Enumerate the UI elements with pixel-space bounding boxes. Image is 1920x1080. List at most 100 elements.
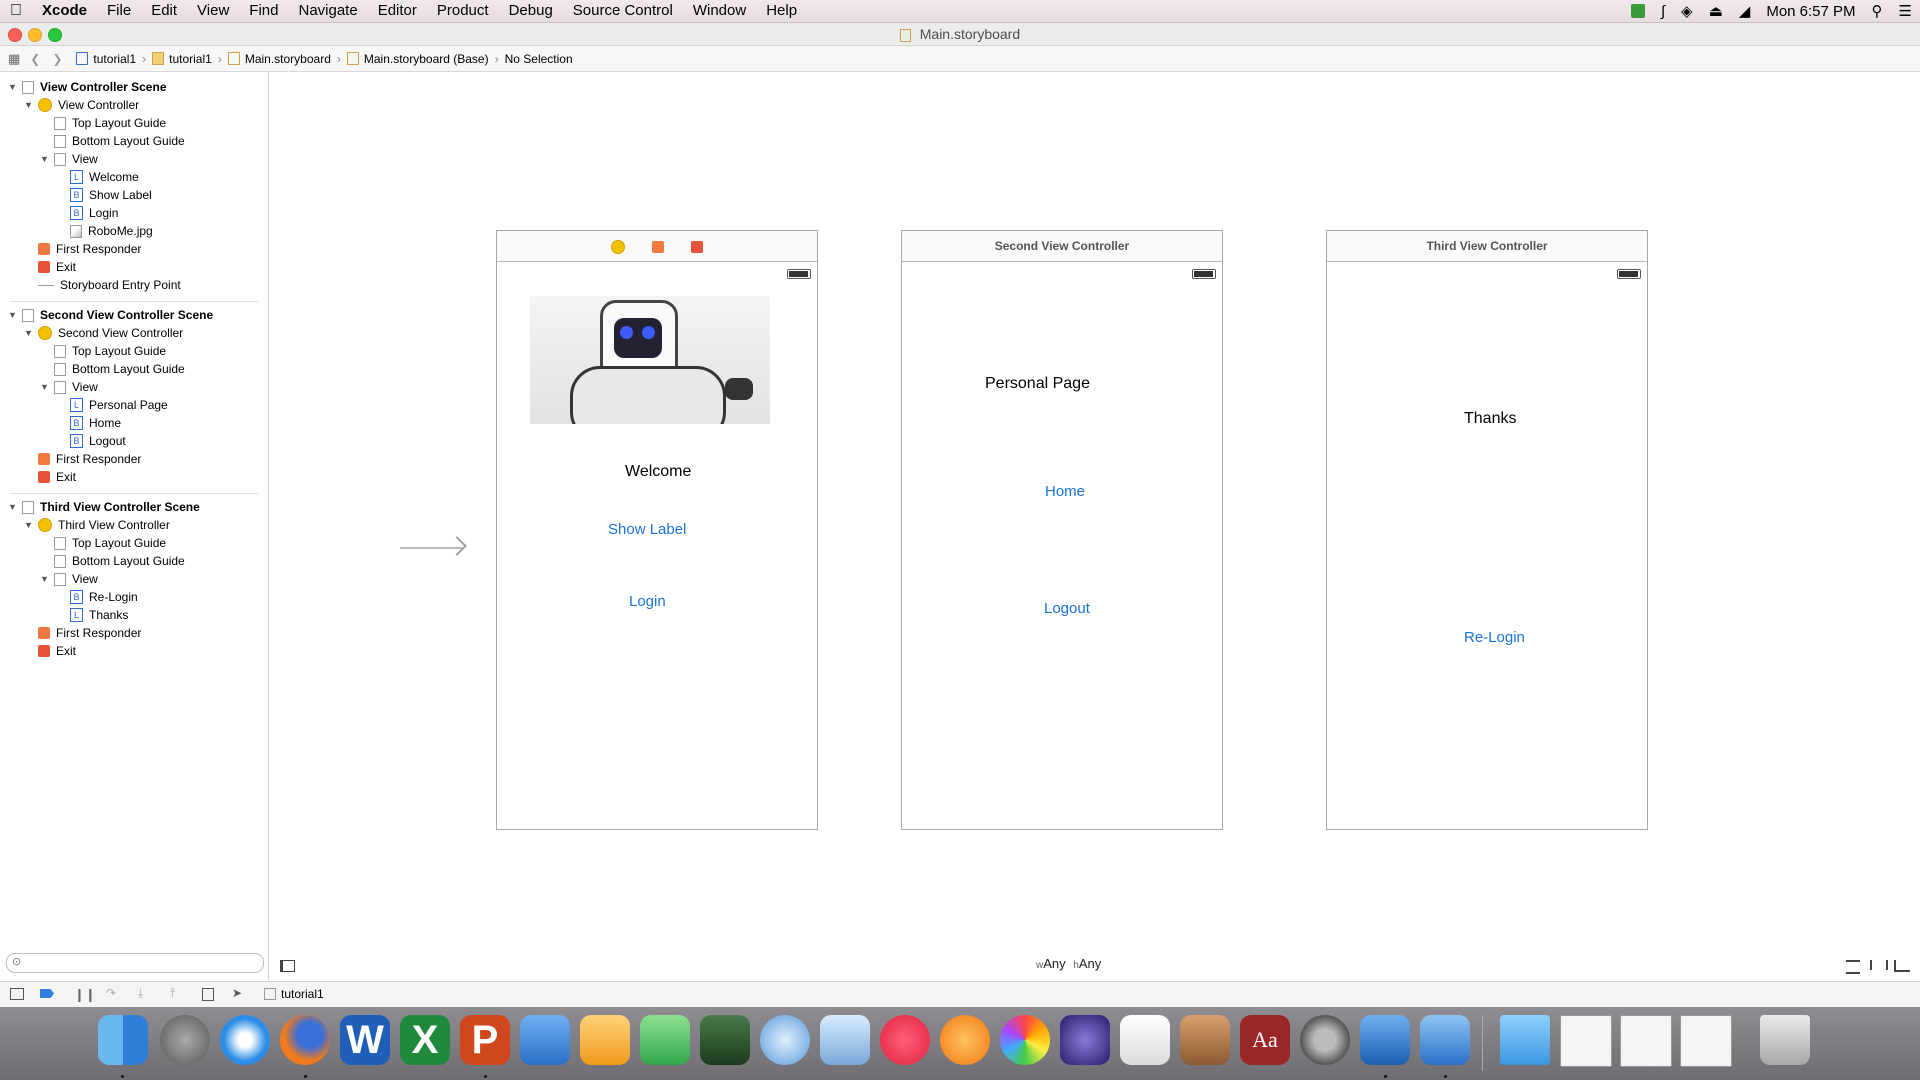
spotlight-search-icon[interactable]: ⚲ xyxy=(1872,2,1883,20)
outline-item-first-responder[interactable]: First Responder xyxy=(38,450,141,468)
relogin-button[interactable]: Re-Login xyxy=(1464,629,1525,646)
eject-icon[interactable]: ⏏ xyxy=(1709,2,1723,20)
view-controller-icon[interactable] xyxy=(610,239,625,254)
network-globe-icon[interactable] xyxy=(760,1015,810,1065)
applications-folder-icon[interactable] xyxy=(1500,1015,1550,1065)
wifi-icon[interactable]: ◈ xyxy=(1681,2,1693,20)
disclosure-triangle-icon[interactable]: ▼ xyxy=(8,78,18,96)
outline-item-exit[interactable]: Exit xyxy=(38,642,76,660)
breadcrumb-storyboard-base[interactable]: Main.storyboard (Base) xyxy=(346,52,489,66)
launchpad-icon[interactable] xyxy=(160,1015,210,1065)
breadcrumb-project[interactable]: tutorial1 xyxy=(76,52,136,66)
login-button[interactable]: Login xyxy=(629,593,666,610)
menu-edit[interactable]: Edit xyxy=(141,0,187,22)
outline-item-bottom-layout-guide[interactable]: Bottom Layout Guide xyxy=(54,132,185,150)
minimized-window-2-icon[interactable] xyxy=(1620,1015,1672,1067)
outline-item-logout-button[interactable]: B Logout xyxy=(70,432,126,450)
outline-item-second-view-controller[interactable]: ▼ Second View Controller xyxy=(24,324,183,342)
itunes-icon[interactable] xyxy=(880,1015,930,1065)
menu-file[interactable]: File xyxy=(97,0,141,22)
outline-item-relogin-button[interactable]: B Re-Login xyxy=(70,588,138,606)
outline-item-bottom-layout-guide[interactable]: Bottom Layout Guide xyxy=(54,360,185,378)
first-responder-icon[interactable] xyxy=(652,240,664,253)
menu-navigate[interactable]: Navigate xyxy=(288,0,367,22)
apple-menu-icon[interactable]:  xyxy=(0,0,32,22)
imovie-clapper-icon[interactable] xyxy=(700,1015,750,1065)
outline-item-thanks-label[interactable]: L Thanks xyxy=(70,606,128,624)
disclosure-triangle-icon[interactable]: ▼ xyxy=(40,378,50,396)
outline-item-storyboard-entry-point[interactable]: Storyboard Entry Point xyxy=(38,276,181,294)
disclosure-triangle-icon[interactable]: ▼ xyxy=(24,324,34,342)
disclosure-triangle-icon[interactable]: ▼ xyxy=(24,516,34,534)
menu-debug[interactable]: Debug xyxy=(499,0,563,22)
resolve-autolayout-icon[interactable] xyxy=(1894,960,1910,972)
outline-scene-third-view-controller[interactable]: ▼ Third View Controller Scene xyxy=(8,498,200,516)
outline-item-home-button[interactable]: B Home xyxy=(70,414,121,432)
view-controller-scene[interactable]: Welcome Show Label Login xyxy=(496,230,818,830)
zoom-window-button[interactable] xyxy=(48,28,62,42)
breadcrumb-folder[interactable]: tutorial1 xyxy=(152,52,212,66)
pages-icon[interactable] xyxy=(580,1015,630,1065)
outline-scene-view-controller[interactable]: ▼ View Controller Scene xyxy=(8,78,167,96)
minimized-window-3-icon[interactable] xyxy=(1680,1015,1732,1067)
outline-item-show-label-button[interactable]: B Show Label xyxy=(70,186,152,204)
firefox-icon[interactable] xyxy=(280,1015,330,1065)
outline-item-top-layout-guide[interactable]: Top Layout Guide xyxy=(54,114,166,132)
outline-filter-input[interactable]: ⊙ xyxy=(6,953,264,973)
home-button[interactable]: Home xyxy=(1045,483,1085,500)
bluetooth-icon[interactable]: ∫ xyxy=(1661,3,1665,20)
outline-item-personal-page-label[interactable]: L Personal Page xyxy=(70,396,168,414)
ibooks-icon[interactable] xyxy=(940,1015,990,1065)
disclosure-triangle-icon[interactable]: ▼ xyxy=(8,306,18,324)
hide-debug-area-icon[interactable] xyxy=(10,988,24,1000)
system-preferences-icon[interactable] xyxy=(1300,1015,1350,1065)
status-app-icon[interactable] xyxy=(1630,4,1645,18)
outline-item-third-view-controller[interactable]: ▼ Third View Controller xyxy=(24,516,170,534)
outline-item-login-button[interactable]: B Login xyxy=(70,204,118,222)
welcome-label[interactable]: Welcome xyxy=(625,463,691,481)
close-window-button[interactable] xyxy=(8,28,22,42)
menu-window[interactable]: Window xyxy=(683,0,756,22)
keynote-icon[interactable] xyxy=(520,1015,570,1065)
forward-arrow-icon[interactable]: ❯ xyxy=(52,52,62,66)
disclosure-triangle-icon[interactable]: ▼ xyxy=(24,96,34,114)
thanks-label[interactable]: Thanks xyxy=(1464,410,1516,428)
xcode-icon[interactable] xyxy=(1360,1015,1410,1065)
calculator-icon[interactable] xyxy=(1180,1015,1230,1065)
3d-cube-icon[interactable] xyxy=(820,1015,870,1065)
textedit-icon[interactable] xyxy=(1120,1015,1170,1065)
outline-scene-second-view-controller[interactable]: ▼ Second View Controller Scene xyxy=(8,306,213,324)
second-view-controller-scene[interactable]: Second View Controller Personal Page Hom… xyxy=(901,230,1223,830)
step-out-icon[interactable]: ⤒ xyxy=(170,986,175,1001)
logout-button[interactable]: Logout xyxy=(1044,600,1090,617)
size-class-control[interactable]: wAny hAny xyxy=(1036,956,1101,971)
numbers-icon[interactable] xyxy=(640,1015,690,1065)
outline-item-top-layout-guide[interactable]: Top Layout Guide xyxy=(54,342,166,360)
photos-icon[interactable] xyxy=(1000,1015,1050,1065)
outline-item-welcome-label[interactable]: L Welcome xyxy=(70,168,139,186)
step-over-icon[interactable]: ↷ xyxy=(106,986,116,1000)
minimize-window-button[interactable] xyxy=(28,28,42,42)
powerpoint-icon[interactable]: P xyxy=(460,1015,510,1065)
outline-item-bottom-layout-guide[interactable]: Bottom Layout Guide xyxy=(54,552,185,570)
show-label-button[interactable]: Show Label xyxy=(608,521,686,538)
dictionary-icon[interactable]: Aa xyxy=(1240,1015,1290,1065)
menu-app-name[interactable]: Xcode xyxy=(32,0,97,22)
trash-icon[interactable] xyxy=(1760,1015,1810,1065)
menu-editor[interactable]: Editor xyxy=(368,0,427,22)
word-icon[interactable]: W xyxy=(340,1015,390,1065)
finder-icon[interactable] xyxy=(98,1015,148,1065)
outline-item-first-responder[interactable]: First Responder xyxy=(38,624,141,642)
volume-icon[interactable]: ◢ xyxy=(1739,2,1751,20)
disclosure-triangle-icon[interactable]: ▼ xyxy=(40,150,50,168)
safari-icon[interactable] xyxy=(220,1015,270,1065)
breakpoints-toggle-icon[interactable] xyxy=(40,989,54,998)
debug-target[interactable]: tutorial1 xyxy=(281,987,324,1001)
storyboard-canvas[interactable]: Welcome Show Label Login Second View Con… xyxy=(270,72,1920,980)
disclosure-triangle-icon[interactable]: ▼ xyxy=(8,498,18,516)
outline-item-view[interactable]: ▼ View xyxy=(40,150,98,168)
breadcrumb-storyboard[interactable]: Main.storyboard xyxy=(227,52,331,66)
notification-center-icon[interactable]: ☰ xyxy=(1899,2,1912,20)
related-items-icon[interactable]: ▦ xyxy=(8,51,20,67)
disclosure-triangle-icon[interactable]: ▼ xyxy=(40,570,50,588)
